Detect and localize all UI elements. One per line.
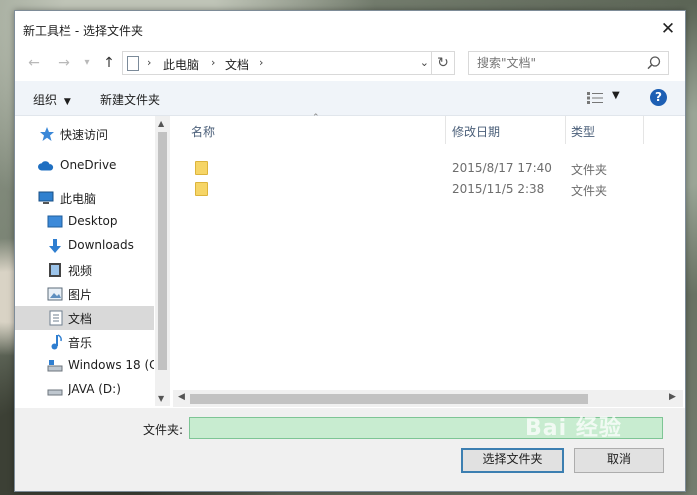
sidebar-item-label: JAVA (D:) — [68, 382, 121, 396]
forward-arrow-icon[interactable]: → — [55, 54, 73, 72]
sidebar-item-label: 视频 — [68, 264, 93, 278]
drive-icon — [47, 360, 63, 372]
sidebar-item-downloads[interactable]: Downloads — [15, 234, 154, 258]
column-divider[interactable] — [643, 116, 644, 144]
view-options-icon[interactable] — [587, 92, 603, 104]
up-arrow-icon[interactable]: ↑ — [100, 54, 118, 72]
sidebar-item-desktop[interactable]: Desktop — [15, 210, 154, 234]
sidebar-item-label: 图片 — [68, 288, 93, 302]
sidebar-item-label: 音乐 — [68, 336, 93, 350]
sidebar-item-label: Desktop — [68, 214, 118, 228]
sidebar-item-pictures[interactable]: 图片 — [15, 282, 154, 306]
organize-button[interactable]: 组织 ▼ — [33, 91, 71, 108]
sidebar-scrollbar[interactable]: ▲ ▼ — [155, 116, 170, 406]
file-modified: 2015/11/5 2:38 — [452, 182, 545, 196]
picture-icon — [47, 287, 63, 301]
document-icon — [127, 56, 139, 71]
back-arrow-icon[interactable]: ← — [25, 54, 43, 72]
title-bar[interactable]: 新工具栏 - 选择文件夹 ✕ — [15, 11, 685, 47]
column-header-row: ⌃ 名称 修改日期 类型 — [173, 113, 683, 144]
drive-icon — [47, 389, 63, 396]
cancel-button[interactable]: 取消 — [574, 448, 664, 473]
file-list: ⌃ 名称 修改日期 类型 2015/8/17 17:40 文件夹 2015/11… — [173, 113, 683, 406]
address-dropdown-icon[interactable]: ⌄ — [420, 56, 429, 69]
folder-label: 文件夹: — [143, 423, 184, 437]
cloud-icon — [38, 161, 54, 171]
sidebar-item-label: Downloads — [68, 238, 134, 252]
column-modified[interactable]: 修改日期 — [452, 123, 500, 140]
breadcrumb-separator-icon: › — [147, 56, 152, 69]
sidebar-item-label: 此电脑 — [60, 192, 97, 206]
table-row[interactable]: 2015/11/5 2:38 文件夹 — [173, 179, 683, 199]
column-type[interactable]: 类型 — [571, 123, 595, 140]
sidebar-item-videos[interactable]: 视频 — [15, 258, 154, 282]
recent-dropdown-icon[interactable]: ▾ — [78, 54, 96, 72]
desktop-icon — [47, 215, 63, 228]
scroll-down-icon[interactable]: ▼ — [158, 394, 164, 403]
scroll-up-icon[interactable]: ▲ — [158, 119, 164, 128]
sidebar-item-documents[interactable]: 文档 — [15, 306, 154, 330]
command-toolbar: 组织 ▼ 新建文件夹 ▼ ? — [15, 81, 685, 116]
column-divider[interactable] — [565, 116, 566, 144]
search-input[interactable] — [475, 55, 649, 71]
view-dropdown-icon[interactable]: ▼ — [612, 90, 620, 101]
sidebar-item-label: Windows 18 (C — [68, 358, 154, 372]
sort-ascending-icon: ⌃ — [312, 113, 320, 123]
scrollbar-thumb[interactable] — [158, 132, 167, 370]
document-icon — [49, 310, 63, 326]
sidebar-item-label: 文档 — [68, 312, 93, 326]
star-icon — [40, 127, 54, 141]
sidebar-item-label: OneDrive — [60, 158, 117, 172]
file-type: 文件夹 — [571, 163, 608, 177]
horizontal-scrollbar[interactable]: ◀ ▶ — [173, 390, 683, 407]
table-row[interactable]: 2015/8/17 17:40 文件夹 — [173, 158, 683, 178]
search-box[interactable] — [468, 51, 669, 75]
chevron-down-icon: ▼ — [63, 97, 71, 107]
file-modified: 2015/8/17 17:40 — [452, 161, 552, 175]
help-icon[interactable]: ? — [650, 89, 667, 106]
breadcrumb-separator-icon: › — [211, 56, 216, 69]
new-folder-button[interactable]: 新建文件夹 — [100, 91, 160, 108]
folder-icon — [195, 161, 208, 175]
video-icon — [49, 263, 61, 277]
sidebar-item-drive-d[interactable]: JAVA (D:) — [15, 378, 154, 402]
sidebar-item-label: 快速访问 — [60, 128, 109, 142]
baidu-watermark: Bai 经验 — [525, 416, 622, 441]
column-divider[interactable] — [445, 116, 446, 144]
address-bar[interactable]: › 此电脑 › 文档 › ⌄ ↻ — [122, 51, 455, 75]
scroll-right-icon[interactable]: ▶ — [669, 392, 676, 402]
scrollbar-thumb[interactable] — [190, 394, 588, 404]
sidebar-item-music[interactable]: 音乐 — [15, 330, 154, 354]
file-type: 文件夹 — [571, 184, 608, 198]
computer-icon — [38, 191, 54, 204]
breadcrumb-separator-icon: › — [259, 56, 264, 69]
navigation-bar: ← → ▾ ↑ › 此电脑 › 文档 › ⌄ ↻ — [15, 47, 685, 79]
column-name[interactable]: 名称 — [191, 123, 215, 140]
select-folder-button[interactable]: 选择文件夹 — [461, 448, 564, 473]
breadcrumb-documents[interactable]: 文档 — [225, 56, 249, 73]
breadcrumb-this-pc[interactable]: 此电脑 — [163, 56, 199, 73]
sidebar-item-onedrive[interactable]: OneDrive — [15, 154, 154, 178]
organize-label: 组织 — [33, 93, 58, 107]
window-title: 新工具栏 - 选择文件夹 — [23, 24, 143, 38]
download-icon — [49, 239, 61, 253]
close-icon[interactable]: ✕ — [659, 20, 677, 38]
folder-icon — [195, 182, 208, 196]
search-icon[interactable] — [646, 55, 662, 71]
sidebar-item-drive-c[interactable]: Windows 18 (C — [15, 354, 154, 378]
scroll-left-icon[interactable]: ◀ — [178, 392, 185, 402]
sidebar-item-this-pc[interactable]: 此电脑 — [15, 186, 154, 210]
sidebar-item-quick-access[interactable]: 快速访问 — [15, 122, 154, 146]
refresh-icon[interactable]: ↻ — [431, 52, 454, 74]
navigation-pane: 快速访问 OneDrive 此电脑 Desktop Downloads 视频 图… — [15, 116, 171, 406]
music-icon — [51, 334, 62, 350]
